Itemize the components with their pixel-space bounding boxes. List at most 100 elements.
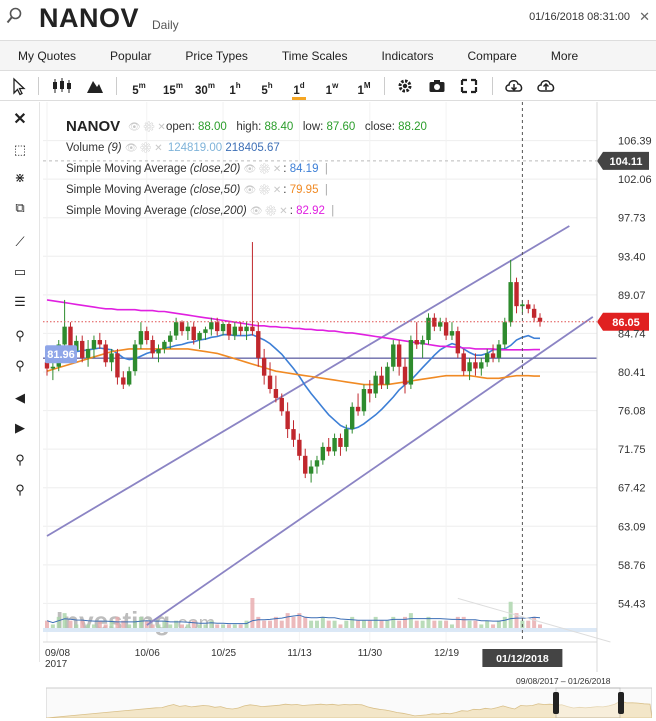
navigator-right-handle[interactable] xyxy=(618,692,624,714)
interval-1h[interactable]: 1h xyxy=(226,75,244,97)
interval-1w[interactable]: 1w xyxy=(322,75,342,97)
cursor-icon[interactable] xyxy=(10,75,26,97)
mountain-chart-icon[interactable] xyxy=(86,75,104,97)
navigator-left-handle[interactable] xyxy=(553,692,559,714)
legend-volume[interactable]: Volume (9) 👁⚙✕ 124819.00 218405.67 xyxy=(66,142,280,154)
candle-body xyxy=(473,362,478,369)
fullscreen-icon[interactable] xyxy=(460,75,478,97)
legend-sma50[interactable]: Simple Moving Average (close,50) 👁⚙✕: 79… xyxy=(66,184,328,196)
cloud-upload-icon[interactable] xyxy=(536,75,556,97)
candle-body xyxy=(256,331,261,358)
candle-body xyxy=(526,304,531,309)
volume-bar xyxy=(508,601,513,632)
candle-body xyxy=(132,344,138,372)
candle-body xyxy=(179,322,185,332)
candle-body xyxy=(355,406,361,412)
y-tick-label: 71.75 xyxy=(618,444,646,456)
candle-body xyxy=(173,322,179,336)
cursor-select-icon[interactable]: ⬚ xyxy=(10,140,30,160)
crosshair-date-text: 01/12/2018 xyxy=(496,653,549,665)
menu-price-types[interactable]: Price Types xyxy=(168,41,264,70)
candlestick-icon[interactable] xyxy=(50,75,74,97)
candle-body xyxy=(391,344,396,367)
x-tick-label: 10/06 xyxy=(135,648,160,659)
interval-15m[interactable]: 15m xyxy=(160,75,186,97)
menu-indicators[interactable]: Indicators xyxy=(364,41,450,70)
menu-compare[interactable]: Compare xyxy=(451,41,534,70)
interval-5m[interactable]: 5m xyxy=(128,75,150,97)
candle-body xyxy=(508,282,513,323)
rectangle-icon[interactable]: ▭ xyxy=(10,262,30,282)
zoom-out-icon[interactable]: ⚲ xyxy=(10,356,30,376)
legend-sma200[interactable]: Simple Moving Average (close,200) 👁⚙✕: 8… xyxy=(66,205,334,217)
close-icon[interactable]: ✕ xyxy=(639,9,650,25)
zoom-range-in-icon[interactable]: ⚲ xyxy=(10,450,30,470)
candle-body xyxy=(308,466,314,474)
candle-body xyxy=(297,439,302,456)
candle-body xyxy=(303,455,308,474)
menu-popular[interactable]: Popular xyxy=(93,41,168,70)
last-price-tag-text: 86.05 xyxy=(612,317,640,329)
candle-body xyxy=(467,362,472,372)
candle-body xyxy=(150,340,155,354)
candle-body xyxy=(85,348,91,358)
x-tick-label: 12/19 xyxy=(434,648,459,659)
volume-value1: 124819.00 xyxy=(167,142,223,154)
range-navigator[interactable]: 09/08/2017 – 01/26/2018 xyxy=(46,674,652,718)
cloud-download-icon[interactable] xyxy=(504,75,524,97)
candle-body xyxy=(314,460,320,467)
search-icon[interactable] xyxy=(6,7,22,25)
zoom-range-out-icon[interactable]: ⚲ xyxy=(10,480,30,500)
menu-time-scales[interactable]: Time Scales xyxy=(265,41,365,70)
crosshair-price-tag: 104.11 xyxy=(597,151,649,170)
candle-body xyxy=(220,323,226,332)
legend-sma20[interactable]: Simple Moving Average (close,20) 👁⚙✕: 84… xyxy=(66,163,328,175)
interval-1mo[interactable]: 1M xyxy=(354,75,374,97)
candle-body xyxy=(326,446,331,452)
menu-my-quotes[interactable]: My Quotes xyxy=(0,41,93,70)
navigator-range-label: 09/08/2017 – 01/26/2018 xyxy=(516,676,611,686)
x-tick-label: 10/25 xyxy=(211,648,236,659)
candle-body xyxy=(267,375,273,390)
interval-30m[interactable]: 30m xyxy=(192,75,218,97)
candlesticks xyxy=(44,242,543,483)
sma20-line xyxy=(47,333,541,430)
candle-body xyxy=(126,371,132,385)
y-tick-label: 76.08 xyxy=(618,406,646,418)
zoom-in-icon[interactable]: ⚲ xyxy=(10,326,30,346)
sma20-value: 84.19 xyxy=(289,163,319,175)
candle-body xyxy=(144,331,149,341)
legend-settings-icons[interactable]: 👁⚙✕ xyxy=(128,121,168,133)
horizontal-lines-icon[interactable]: ☰ xyxy=(10,292,30,312)
sma50-line xyxy=(46,348,540,386)
close-label: close: xyxy=(364,121,395,133)
scroll-left-icon[interactable]: ◀ xyxy=(10,388,30,408)
low-label: low: xyxy=(302,121,324,133)
candle-body xyxy=(50,366,56,369)
left-price-tag: 81.96 xyxy=(45,345,77,364)
remove-drawings-icon[interactable]: ✕ xyxy=(10,110,30,130)
candle-body xyxy=(396,344,402,367)
candle-body xyxy=(162,341,167,349)
candle-body xyxy=(484,353,490,363)
trend-line-icon[interactable]: ⟋ xyxy=(10,232,30,252)
y-tick-label: 102.06 xyxy=(618,174,652,186)
scroll-right-icon[interactable]: ▶ xyxy=(10,418,30,438)
candle-body xyxy=(91,340,97,349)
volume-label: Volume xyxy=(66,142,105,154)
camera-icon[interactable] xyxy=(428,75,446,97)
copy-icon[interactable]: ⧉ xyxy=(10,198,30,218)
high-label: high: xyxy=(236,121,262,133)
candle-body xyxy=(426,317,431,341)
y-tick-label: 84.74 xyxy=(618,328,646,340)
interval-1d[interactable]: 1d xyxy=(290,75,308,100)
gear-icon[interactable] xyxy=(396,75,414,97)
candle-body xyxy=(361,389,367,412)
menu-more[interactable]: More xyxy=(534,41,595,70)
crosshair-date-tag: 01/12/2018 xyxy=(482,649,563,667)
candle-body xyxy=(291,429,296,440)
crosshair-tool-icon[interactable]: ⋇ xyxy=(10,168,30,188)
candle-body xyxy=(273,389,279,398)
candle-body xyxy=(373,375,378,394)
interval-5h[interactable]: 5h xyxy=(258,75,276,97)
